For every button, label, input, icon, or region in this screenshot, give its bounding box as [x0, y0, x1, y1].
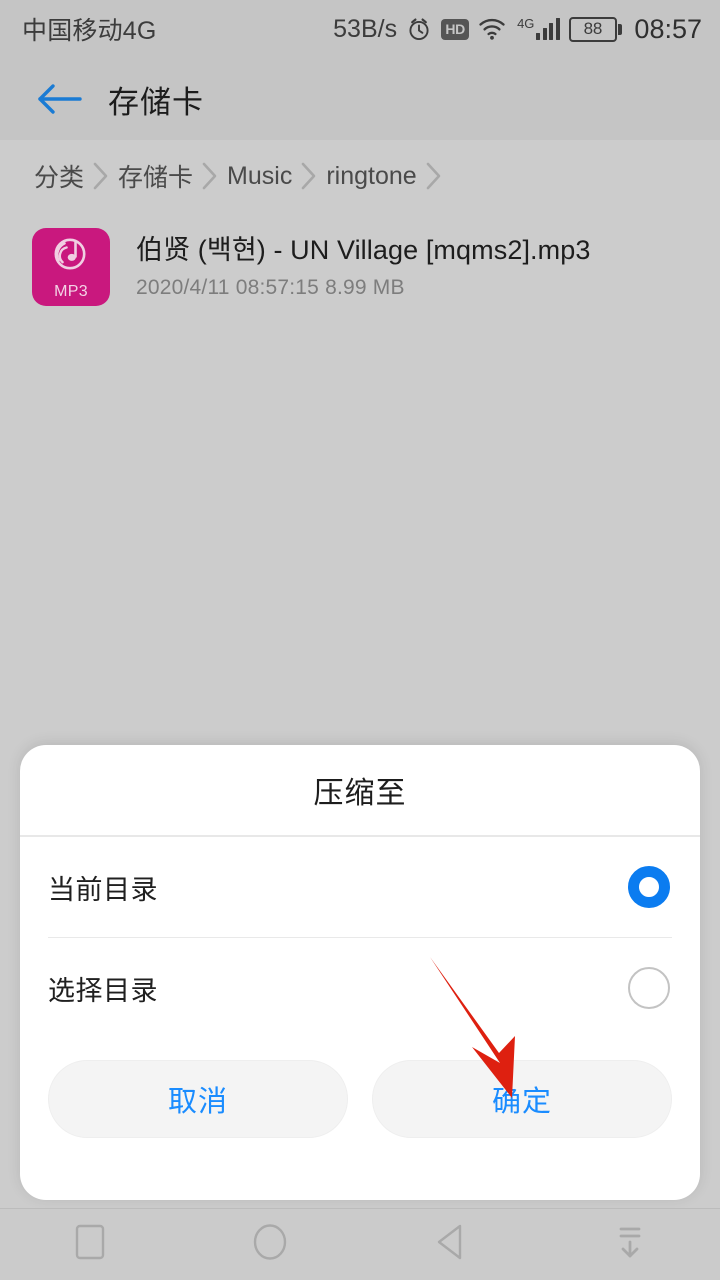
breadcrumb-item-2[interactable]: Music: [227, 162, 292, 191]
vinyl-note-icon: [49, 235, 93, 282]
list-item[interactable]: MP3 伯贤 (백현) - UN Village [mqms2].mp3 202…: [0, 212, 720, 322]
confirm-button[interactable]: 确定: [372, 1060, 672, 1138]
back-button[interactable]: [360, 1209, 540, 1280]
mp3-label: MP3: [54, 283, 88, 300]
status-icons: 53B/s HD 4G 88 08:57: [333, 14, 702, 45]
chevron-right-icon: [292, 159, 326, 193]
square-icon: [74, 1223, 106, 1266]
option-current-directory[interactable]: 当前目录: [20, 837, 700, 937]
radio-current-directory[interactable]: [628, 866, 670, 908]
chevron-right-icon: [84, 159, 118, 193]
chevron-right-icon: [193, 159, 227, 193]
triangle-left-icon: [433, 1222, 467, 1267]
dialog-buttons: 取消 确定: [20, 1038, 700, 1138]
breadcrumb: 分类 存储卡 Music ringtone: [0, 140, 720, 212]
option-choose-directory[interactable]: 选择目录: [20, 938, 700, 1038]
page-title: 存储卡: [108, 84, 204, 120]
carrier-label: 中国移动4G: [22, 17, 157, 45]
mp3-file-icon: MP3: [32, 228, 110, 306]
battery-level-label: 88: [583, 19, 603, 38]
back-arrow-icon[interactable]: [22, 62, 96, 136]
option-label: 当前目录: [48, 874, 158, 905]
signal-generation-label: 4G: [517, 16, 535, 31]
wifi-icon: [478, 17, 506, 41]
4g-signal-icon: 4G: [515, 16, 560, 40]
breadcrumb-item-3[interactable]: ringtone: [326, 162, 416, 191]
chevron-right-icon: [417, 159, 451, 193]
option-label: 选择目录: [48, 975, 158, 1006]
file-meta-line: 2020/4/11 08:57:15 8.99 MB: [136, 276, 405, 300]
status-bar: 中国移动4G 53B/s HD 4G 88 08:57: [0, 0, 720, 58]
home-button[interactable]: [180, 1209, 360, 1280]
network-speed-label: 53B/s: [333, 14, 398, 43]
file-details: 伯贤 (백현) - UN Village [mqms2].mp3 2020/4/…: [136, 234, 590, 301]
collapse-down-icon: [612, 1222, 648, 1267]
cancel-button[interactable]: 取消: [48, 1060, 348, 1138]
hide-navbar-button[interactable]: [540, 1209, 720, 1280]
battery-icon: 88: [568, 16, 623, 42]
navigation-bar: [0, 1208, 720, 1280]
breadcrumb-item-1[interactable]: 存储卡: [118, 158, 193, 194]
signal-bars-icon: [536, 18, 560, 40]
clock-label: 08:57: [634, 13, 702, 44]
title-bar: 存储卡: [0, 58, 720, 140]
compress-to-dialog: 压缩至 当前目录 选择目录 取消 确定: [20, 745, 700, 1200]
dialog-title: 压缩至: [313, 777, 407, 810]
file-list: MP3 伯贤 (백현) - UN Village [mqms2].mp3 202…: [0, 212, 720, 322]
file-name: 伯贤 (백현) - UN Village [mqms2].mp3: [136, 234, 591, 265]
recents-button[interactable]: [0, 1209, 180, 1280]
hd-icon: HD: [441, 18, 470, 40]
alarm-icon: [406, 16, 432, 42]
circle-icon: [251, 1222, 289, 1267]
breadcrumb-item-0[interactable]: 分类: [34, 158, 84, 194]
radio-choose-directory[interactable]: [628, 967, 670, 1009]
